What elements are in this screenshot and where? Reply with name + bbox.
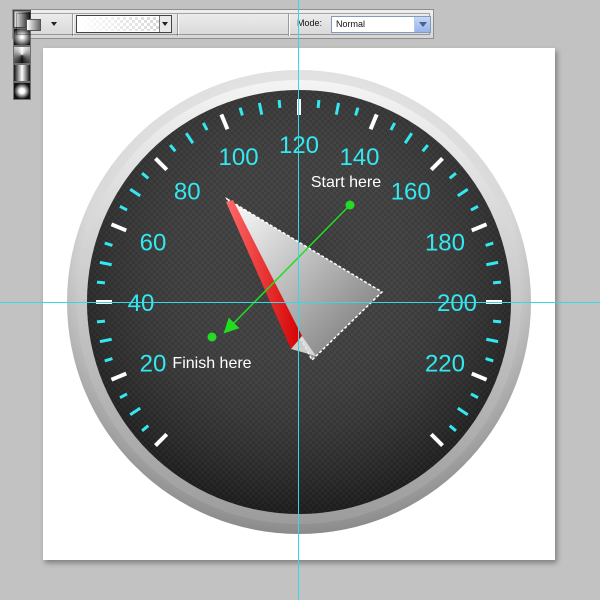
scale-label: 220 bbox=[425, 350, 465, 377]
vertical-guide[interactable] bbox=[298, 0, 299, 600]
start-label: Start here bbox=[311, 174, 381, 191]
minor-tick bbox=[492, 319, 502, 324]
minor-tick bbox=[277, 99, 282, 109]
scale-label: 200 bbox=[437, 290, 477, 317]
scale-label: 140 bbox=[339, 144, 379, 171]
finish-point-marker bbox=[207, 332, 217, 342]
scale-label: 120 bbox=[279, 132, 319, 159]
minor-tick bbox=[96, 280, 106, 285]
start-point-marker bbox=[345, 200, 355, 210]
scale-label: 40 bbox=[128, 290, 155, 317]
minor-tick bbox=[96, 319, 106, 324]
minor-tick bbox=[316, 99, 321, 109]
speedometer-artwork: 20 40 60 80 100 120 140 160 180 200 220 Start here… bbox=[67, 70, 531, 534]
scale-label: 80 bbox=[174, 178, 201, 205]
scale-label: 60 bbox=[140, 230, 167, 257]
scale-label: 160 bbox=[391, 178, 431, 205]
scale-label: 100 bbox=[219, 144, 259, 171]
horizontal-guide[interactable] bbox=[0, 302, 600, 303]
scale-label: 180 bbox=[425, 230, 465, 257]
minor-tick bbox=[492, 280, 502, 285]
scale-label: 20 bbox=[140, 350, 167, 377]
finish-label: Finish here bbox=[172, 355, 251, 372]
